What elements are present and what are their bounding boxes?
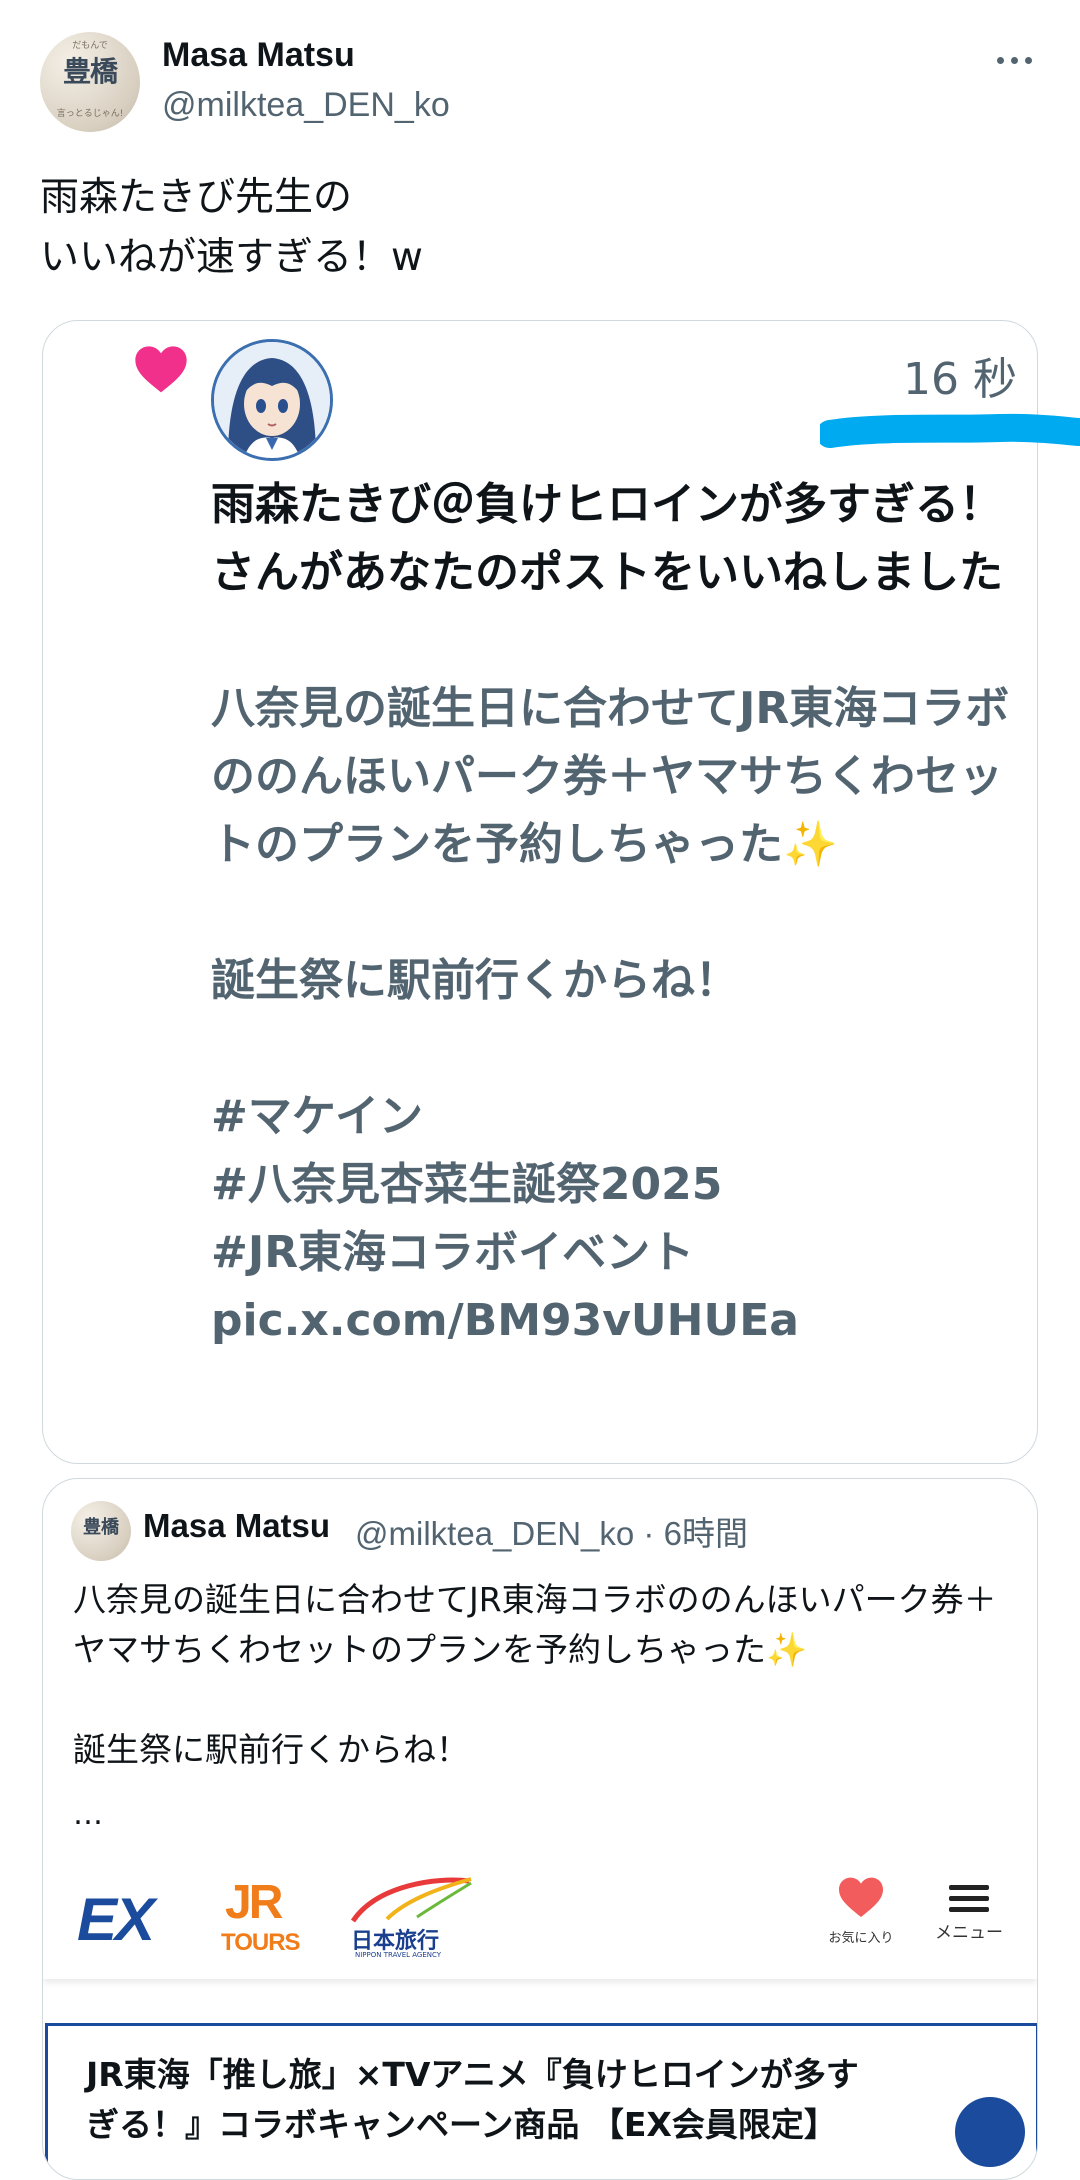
author-handle[interactable]: @milktea_DEN_ko: [162, 86, 450, 125]
avatar-text: 豊橋: [62, 55, 118, 88]
favorite-button: お気に入り: [821, 1875, 901, 1946]
notification-title: 雨森たきび＠負けヒロインが多すぎる！さんがあなたのポストをいいねしました: [211, 479, 1003, 598]
jr-logo-text: JR: [225, 1876, 283, 1929]
notification-time: 16 秒: [903, 354, 1017, 405]
circle-icon: [955, 2097, 1025, 2167]
menu-label: メニュー: [935, 1923, 1003, 1943]
avatar-caption-bottom: 言っとるじゃん!: [56, 109, 124, 119]
nippon-travel-logo: 日本旅行 NIPPON TRAVEL AGENCY: [347, 1875, 477, 1965]
heart-icon: [839, 1877, 883, 1917]
quoted-meta: @milktea_DEN_ko · 6時間: [355, 1515, 748, 1552]
nta-arc-icon: [350, 1877, 472, 1923]
notification-body: 八奈見の誕生日に合わせてJR東海コラボののんほいパーク券＋ヤマサちくわセットのプ…: [211, 683, 1010, 1346]
favorite-label: お気に入り: [828, 1931, 894, 1946]
author-avatar[interactable]: だもんで 豊橋 言っとるじゃん!: [40, 32, 140, 132]
ex-logo: EX: [77, 1886, 155, 1953]
attached-image[interactable]: 16 秒 雨森たきび＠負けヒロインが多すぎる！さんがあなたのポストをいいねしまし…: [42, 320, 1038, 1464]
liker-avatar: [211, 339, 333, 461]
jr-tours-logo: JR TOURS: [219, 1876, 307, 1959]
more-options-icon[interactable]: [990, 40, 1038, 80]
link-preview-header: EX JR TOURS 日本旅行 NIPPON TRAVEL AGENCY お気…: [43, 1859, 1037, 1979]
tours-logo-text: TOURS: [221, 1929, 301, 1956]
anime-avatar-illustration: [214, 342, 330, 458]
post-text: 雨森たきび先生の いいねが速すぎる！w: [40, 175, 423, 280]
quoted-post[interactable]: 豊橋 Masa Matsu @milktea_DEN_ko · 6時間 八奈見の…: [42, 1478, 1038, 2180]
quoted-display-name: Masa Matsu: [143, 1507, 331, 1544]
heart-icon: [135, 346, 187, 393]
quoted-avatar-text: 豊橋: [83, 1517, 119, 1538]
quoted-author-avatar: 豊橋: [71, 1501, 131, 1561]
quoted-text: 八奈見の誕生日に合わせてJR東海コラボののんほいパーク券＋ヤマサちくわセットのプ…: [73, 1580, 997, 1769]
nta-logo-subtext: NIPPON TRAVEL AGENCY: [355, 1951, 442, 1959]
hamburger-icon: [949, 1885, 989, 1912]
author-display-name[interactable]: Masa Matsu: [162, 36, 355, 75]
quoted-ellipsis: …: [73, 1797, 103, 1832]
highlight-stroke: [820, 413, 1080, 448]
link-preview-article: JR東海「推し旅」×TVアニメ『負けヒロインが多す ぎる！』コラボキャンペーン商…: [45, 2023, 1037, 2179]
article-title: JR東海「推し旅」×TVアニメ『負けヒロインが多す ぎる！』コラボキャンペーン商…: [86, 2055, 859, 2144]
menu-button: メニュー: [929, 1879, 1009, 1943]
